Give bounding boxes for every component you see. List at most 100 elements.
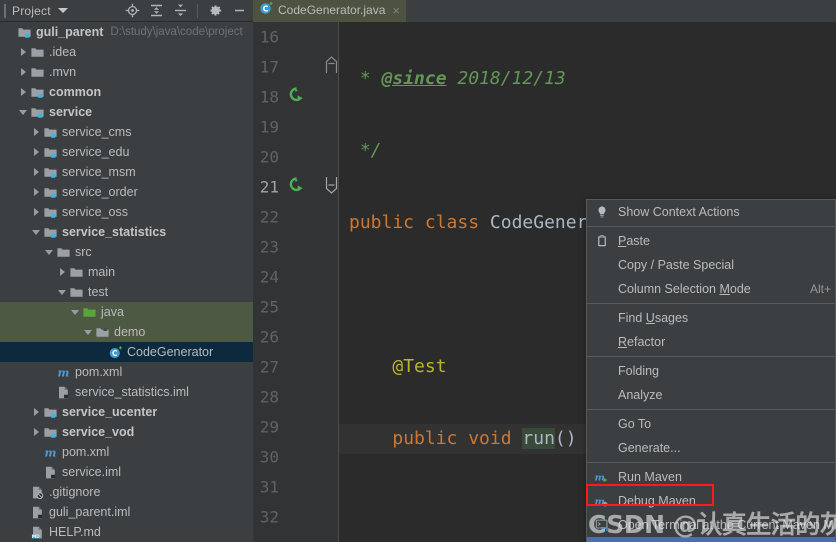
tree-node-service-vod[interactable]: service_vod bbox=[0, 422, 253, 442]
tree-node-service-msm[interactable]: service_msm bbox=[0, 162, 253, 182]
tree-node-guli-parent-iml[interactable]: guli_parent.iml bbox=[0, 502, 253, 522]
chevron-right-icon[interactable] bbox=[17, 42, 29, 62]
menu-item-paste[interactable]: Paste bbox=[587, 229, 835, 253]
folder-icon bbox=[68, 262, 85, 282]
tree-node-service-edu[interactable]: service_edu bbox=[0, 142, 253, 162]
tree-node-main[interactable]: main bbox=[0, 262, 253, 282]
fold-collapse-icon[interactable] bbox=[325, 176, 338, 198]
run-test-icon[interactable] bbox=[289, 177, 306, 198]
menu-item-go-to[interactable]: Go To bbox=[587, 412, 835, 436]
gutter-line-16[interactable]: 16 bbox=[253, 22, 339, 52]
gutter-line-20[interactable]: 20 bbox=[253, 142, 339, 172]
chevron-down-icon[interactable] bbox=[56, 282, 68, 302]
tree-node-demo[interactable]: demo bbox=[0, 322, 253, 342]
menu-item-run-maven[interactable]: m Run Maven bbox=[587, 465, 835, 489]
gutter-line-19[interactable]: 19 bbox=[253, 112, 339, 142]
menu-item-open-terminal-at-the-current-maven-m[interactable]: m Open Terminal at the Current Maven M bbox=[587, 513, 835, 537]
chevron-right-icon[interactable] bbox=[30, 402, 42, 422]
tree-node-service-statistics-iml[interactable]: service_statistics.iml bbox=[0, 382, 253, 402]
expand-all-icon[interactable] bbox=[145, 1, 167, 21]
folder-icon bbox=[29, 42, 46, 62]
gutter-line-23[interactable]: 23 bbox=[253, 232, 339, 262]
close-icon[interactable]: × bbox=[392, 4, 400, 17]
menu-item-analyze[interactable]: Analyze bbox=[587, 383, 835, 407]
menu-item-refactor[interactable]: Refactor bbox=[587, 330, 835, 354]
project-tree[interactable]: guli_parent D:\study\java\code\project .id… bbox=[0, 22, 253, 542]
gutter-line-29[interactable]: 29 bbox=[253, 412, 339, 442]
line-number: 27 bbox=[259, 357, 279, 377]
line-number: 19 bbox=[259, 117, 279, 137]
gutter-line-22[interactable]: 22 bbox=[253, 202, 339, 232]
tree-node-java[interactable]: java bbox=[0, 302, 253, 322]
chevron-down-icon[interactable] bbox=[17, 102, 29, 122]
tree-node-src[interactable]: src bbox=[0, 242, 253, 262]
tree-node-pom-xml[interactable]: m pom.xml bbox=[0, 362, 253, 382]
tree-node-service-iml[interactable]: service.iml bbox=[0, 462, 253, 482]
menu-item-copy-paste-special[interactable]: Copy / Paste Special bbox=[587, 253, 835, 277]
chevron-right-icon[interactable] bbox=[17, 62, 29, 82]
hide-minimize-icon[interactable] bbox=[228, 1, 250, 21]
gutter-line-30[interactable]: 30 bbox=[253, 442, 339, 472]
project-panel-title[interactable]: Project bbox=[12, 4, 51, 18]
gutter-line-25[interactable]: 25 bbox=[253, 292, 339, 322]
menu-item-find-usages[interactable]: Find Usages bbox=[587, 306, 835, 330]
gutter-line-31[interactable]: 31 bbox=[253, 472, 339, 502]
chevron-down-icon[interactable] bbox=[30, 222, 42, 242]
gutter-line-32[interactable]: 32 bbox=[253, 502, 339, 532]
gutter-line-17[interactable]: 17 bbox=[253, 52, 339, 82]
module-folder-icon bbox=[42, 122, 59, 142]
tool-window-drag-handle[interactable] bbox=[4, 3, 6, 18]
tree-node-codegenerator[interactable]: C CodeGenerator bbox=[0, 342, 253, 362]
tree-node-mvn[interactable]: .mvn bbox=[0, 62, 253, 82]
tree-node-common[interactable]: common bbox=[0, 82, 253, 102]
tree-node-label: service bbox=[49, 105, 93, 119]
chevron-right-icon[interactable] bbox=[56, 262, 68, 282]
gutter-line-28[interactable]: 28 bbox=[253, 382, 339, 412]
menu-item-generate[interactable]: Generate... bbox=[587, 436, 835, 460]
gutter-line-21[interactable]: 21 bbox=[253, 172, 339, 202]
menu-item-show-context-actions[interactable]: Show Context Actions bbox=[587, 200, 835, 224]
menu-item-debug-maven[interactable]: m Debug Maven bbox=[587, 489, 835, 513]
tree-node-service-order[interactable]: service_order bbox=[0, 182, 253, 202]
menu-item-folding[interactable]: Folding bbox=[587, 359, 835, 383]
chevron-right-icon[interactable] bbox=[30, 202, 42, 222]
chevron-down-icon[interactable] bbox=[57, 8, 68, 13]
tree-node-service-ucenter[interactable]: service_ucenter bbox=[0, 402, 253, 422]
gutter-line-27[interactable]: 27 bbox=[253, 352, 339, 382]
editor-gutter[interactable]: 16 17 18 19 20 21 22 23 24 25 26 27 28 29 30 31 32 bbox=[253, 22, 339, 542]
tree-node-service-statistics[interactable]: service_statistics bbox=[0, 222, 253, 242]
settings-gear-icon[interactable] bbox=[204, 1, 226, 21]
chevron-right-icon[interactable] bbox=[30, 142, 42, 162]
chevron-right-icon[interactable] bbox=[30, 182, 42, 202]
chevron-down-icon[interactable] bbox=[69, 302, 81, 322]
tree-node-service[interactable]: service bbox=[0, 102, 253, 122]
gutter-line-26[interactable]: 26 bbox=[253, 322, 339, 352]
tree-node-idea[interactable]: .idea bbox=[0, 42, 253, 62]
tree-node-pom-xml[interactable]: m pom.xml bbox=[0, 442, 253, 462]
menu-item-column-selection-mode[interactable]: Column Selection Mode Alt+ bbox=[587, 277, 835, 301]
tree-node-guli-parent[interactable]: guli_parent D:\study\java\code\project bbox=[0, 22, 253, 42]
tab-codegenerator-java[interactable]: C CodeGenerator.java × bbox=[253, 0, 406, 22]
line-number: 30 bbox=[259, 447, 279, 467]
locate-icon[interactable] bbox=[121, 1, 143, 21]
collapse-all-icon[interactable] bbox=[169, 1, 191, 21]
chevron-right-icon[interactable] bbox=[30, 162, 42, 182]
tree-node-test[interactable]: test bbox=[0, 282, 253, 302]
tree-node-help-md[interactable]: MD HELP.md bbox=[0, 522, 253, 542]
gutter-line-18[interactable]: 18 bbox=[253, 82, 339, 112]
editor-context-menu[interactable]: Show Context Actions Paste Copy / Paste Sp… bbox=[586, 199, 836, 542]
run-test-icon[interactable] bbox=[289, 87, 306, 108]
gitignore-file-icon bbox=[29, 482, 46, 502]
chevron-right-icon[interactable] bbox=[17, 82, 29, 102]
module-folder-icon bbox=[16, 22, 33, 42]
chevron-right-icon[interactable] bbox=[30, 122, 42, 142]
chevron-right-icon[interactable] bbox=[30, 422, 42, 442]
fold-end-icon[interactable] bbox=[325, 56, 338, 78]
chevron-down-icon[interactable] bbox=[82, 322, 94, 342]
menu-item-run-run[interactable]: Run 'run()'Ctr bbox=[587, 537, 835, 542]
chevron-down-icon[interactable] bbox=[43, 242, 55, 262]
tree-node-service-oss[interactable]: service_oss bbox=[0, 202, 253, 222]
tree-node-gitignore[interactable]: .gitignore bbox=[0, 482, 253, 502]
tree-node-service-cms[interactable]: service_cms bbox=[0, 122, 253, 142]
gutter-line-24[interactable]: 24 bbox=[253, 262, 339, 292]
